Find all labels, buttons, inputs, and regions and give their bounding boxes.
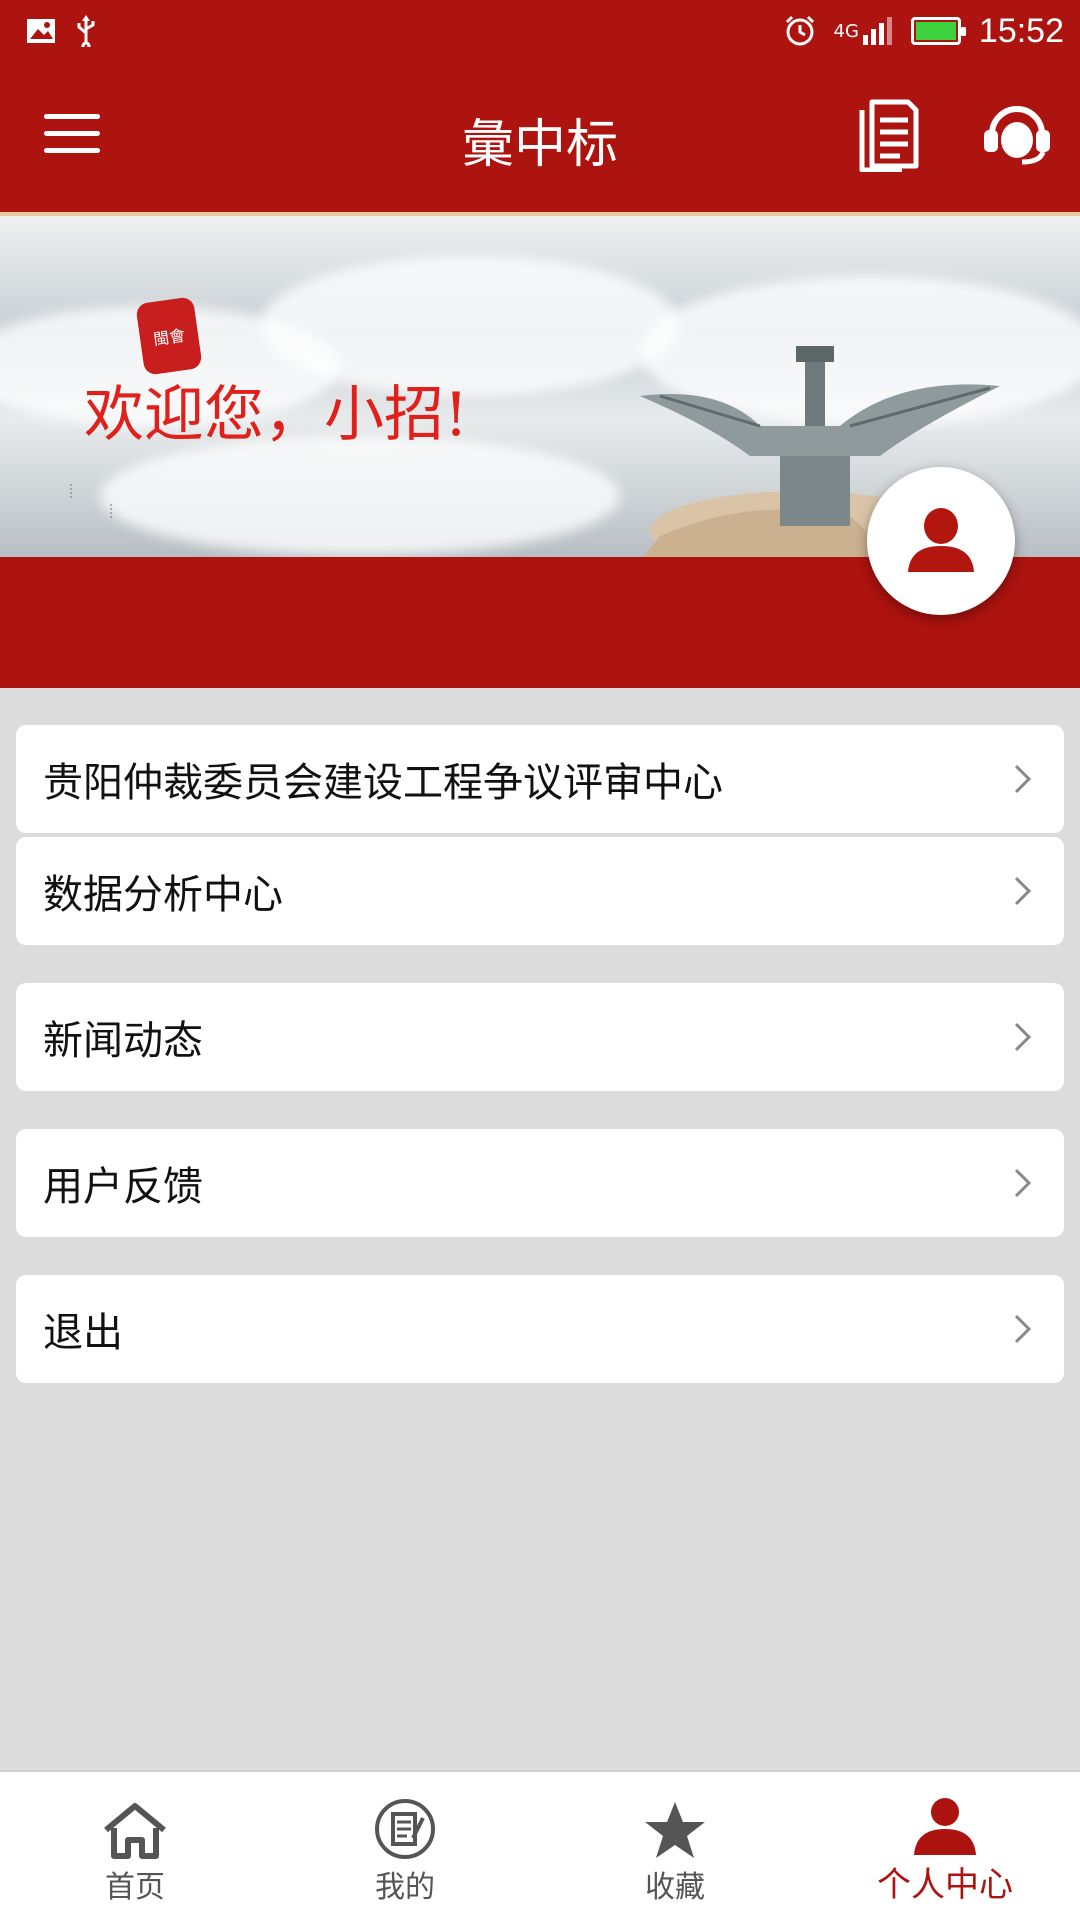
status-time: 15:52: [978, 11, 1064, 50]
home-icon: [104, 1803, 166, 1859]
chevron-right-icon: [1014, 1168, 1032, 1198]
chevron-right-icon: [1014, 1022, 1032, 1052]
person-icon: [914, 1798, 976, 1855]
document-icon: [859, 99, 919, 173]
menu-item-label: 退出: [43, 1310, 123, 1356]
customer-service-button[interactable]: [982, 100, 1052, 166]
menu-item-arbitration-center[interactable]: 贵阳仲裁委员会建设工程争议评审中心: [16, 725, 1064, 833]
person-icon: [908, 508, 974, 572]
image-icon: [27, 19, 55, 43]
bottom-tab-bar: 首页 我的 收藏 个人中心: [0, 1770, 1080, 1920]
network-type: 4G: [833, 20, 859, 42]
tab-label: 我的: [375, 1870, 435, 1905]
tab-label: 收藏: [645, 1870, 705, 1905]
menu-item-label: 贵阳仲裁委员会建设工程争议评审中心: [43, 760, 723, 806]
seal-logo: 閩會: [135, 296, 203, 376]
menu-icon-line: [44, 131, 100, 136]
menu-item-label: 数据分析中心: [43, 872, 283, 918]
tab-home[interactable]: 首页: [0, 1772, 270, 1920]
calligraphy-decoration: [70, 478, 330, 557]
status-right: 4G 15:52: [784, 11, 1064, 51]
battery-icon: [910, 17, 966, 45]
menu-icon-line: [44, 114, 100, 119]
headset-icon: [984, 106, 1050, 165]
tab-favorites[interactable]: 收藏: [540, 1772, 810, 1920]
menu-item-label: 用户反馈: [43, 1164, 203, 1210]
chevron-right-icon: [1014, 876, 1032, 906]
tab-personal-center[interactable]: 个人中心: [810, 1772, 1080, 1920]
tab-label: 个人中心: [877, 1865, 1013, 1905]
menu-item-data-analysis[interactable]: 数据分析中心: [16, 837, 1064, 945]
tab-mine[interactable]: 我的: [270, 1772, 540, 1920]
welcome-text: 欢迎您，小招!: [84, 380, 469, 450]
status-bar: 4G 15:52: [0, 0, 1080, 62]
chevron-right-icon: [1014, 1314, 1032, 1344]
menu-item-label: 新闻动态: [43, 1018, 203, 1064]
menu-icon-line: [44, 148, 100, 153]
menu-item-news[interactable]: 新闻动态: [16, 983, 1064, 1091]
alarm-icon: [785, 15, 814, 46]
tab-label: 首页: [105, 1870, 165, 1905]
usb-icon: [77, 15, 95, 47]
menu-item-feedback[interactable]: 用户反馈: [16, 1129, 1064, 1237]
status-left: [26, 15, 98, 47]
star-icon: [645, 1802, 705, 1858]
signal-icon: [862, 17, 892, 45]
chevron-right-icon: [1014, 764, 1032, 794]
battery-level: [915, 22, 956, 40]
clipboard-icon: [375, 1799, 435, 1859]
menu-item-logout[interactable]: 退出: [16, 1275, 1064, 1383]
document-button[interactable]: [858, 96, 920, 173]
menu-button[interactable]: [44, 114, 100, 158]
avatar[interactable]: [867, 467, 1015, 615]
app-bar: 彙中标: [0, 62, 1080, 212]
